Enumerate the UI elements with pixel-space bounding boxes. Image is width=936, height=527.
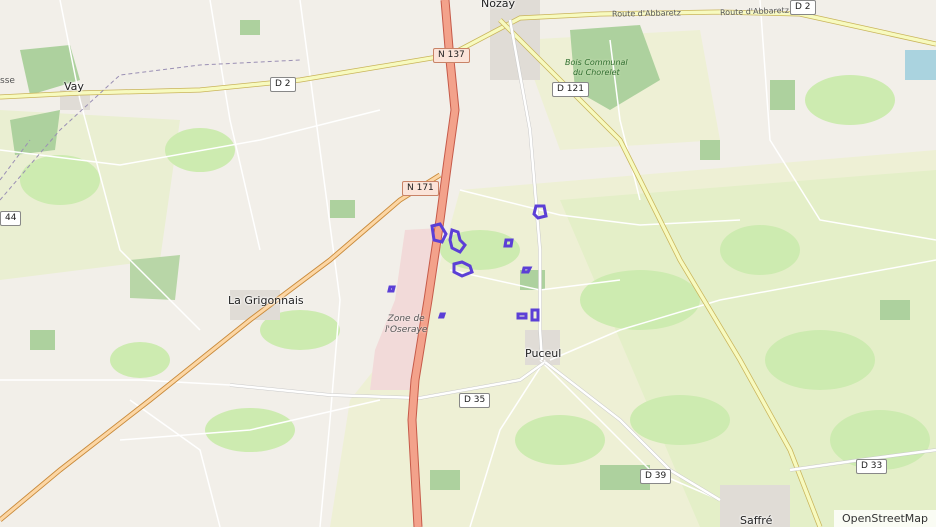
place-la-grigonnais[interactable]: La Grigonnais	[228, 294, 304, 307]
zone-label-line2: l'Oseraye	[385, 325, 428, 335]
road-shield-44: 44	[0, 211, 22, 226]
road-shield-d35: D 35	[459, 393, 491, 408]
map-canvas[interactable]	[0, 0, 936, 527]
road-shield-n137: N 137	[433, 48, 470, 63]
road-shield-d121: D 121	[552, 82, 589, 97]
attribution[interactable]: OpenStreetMap	[833, 510, 936, 527]
road-shield-d2-west: D 2	[270, 77, 296, 92]
road-shield-d39: D 39	[640, 469, 672, 484]
place-vay[interactable]: Vay	[64, 80, 84, 93]
zone-label-line1: Zone de	[387, 314, 425, 324]
place-puceul[interactable]: Puceul	[525, 347, 561, 360]
place-nozay[interactable]: Nozay	[481, 0, 515, 10]
place-saffre[interactable]: Saffré	[740, 514, 772, 527]
wood-label-line2: du Chorelet	[572, 68, 620, 77]
road-name-abbaretz-1: Route d'Abbaretz	[611, 8, 682, 19]
road-shield-d2-east: D 2	[790, 0, 816, 15]
road-name-edge: sse	[0, 76, 15, 86]
zone-label: Zone de l'Oseraye	[385, 314, 427, 336]
wood-label-line1: Bois Communal	[565, 58, 628, 67]
wood-label: Bois Communal du Chorelet	[565, 58, 628, 78]
road-shield-d33: D 33	[856, 459, 888, 474]
road-shield-n171: N 171	[402, 181, 439, 196]
map-view[interactable]: Nozay Vay La Grigonnais Puceul Saffré Bo…	[0, 0, 936, 527]
